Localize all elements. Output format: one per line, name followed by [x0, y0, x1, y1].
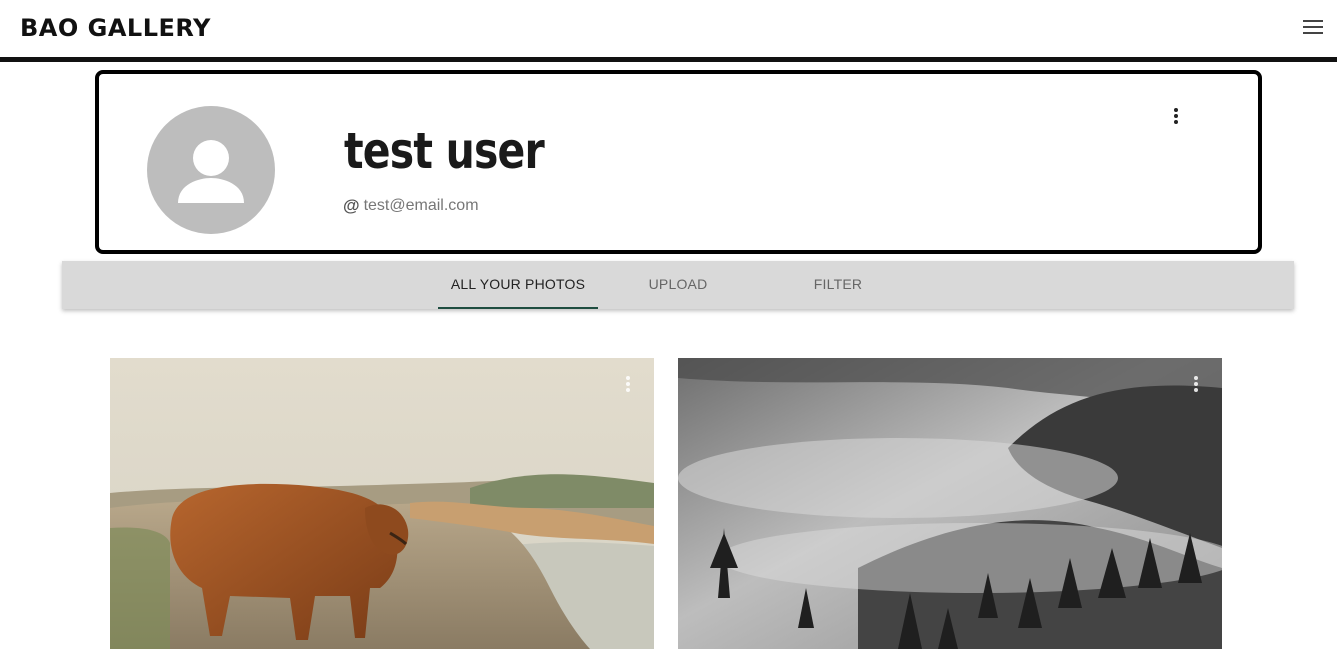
- person-icon: [178, 140, 244, 203]
- tab-all-your-photos[interactable]: ALL YOUR PHOTOS: [438, 261, 598, 309]
- profile-email-text: test@email.com: [363, 197, 479, 214]
- at-icon: @: [343, 196, 360, 215]
- profile-name: test user: [344, 122, 545, 180]
- photo-card[interactable]: [678, 358, 1222, 649]
- photo-image: [110, 358, 654, 649]
- brand-logo[interactable]: BAO GALLERY: [20, 14, 211, 42]
- profile-card: test user @ test@email.com: [95, 70, 1262, 254]
- profile-options-icon[interactable]: [1172, 108, 1180, 128]
- photo-options-icon[interactable]: [624, 376, 632, 396]
- gallery-tabs: ALL YOUR PHOTOS UPLOAD FILTER: [62, 261, 1294, 309]
- photo-options-icon[interactable]: [1192, 376, 1200, 396]
- hamburger-menu-icon[interactable]: [1303, 20, 1323, 36]
- profile-email: @ test@email.com: [343, 196, 479, 216]
- tab-filter[interactable]: FILTER: [758, 261, 918, 309]
- app-bar: BAO GALLERY: [0, 0, 1337, 62]
- photo-image: [678, 358, 1222, 649]
- tab-upload[interactable]: UPLOAD: [598, 261, 758, 309]
- avatar: [147, 106, 275, 234]
- photo-card[interactable]: [110, 358, 654, 649]
